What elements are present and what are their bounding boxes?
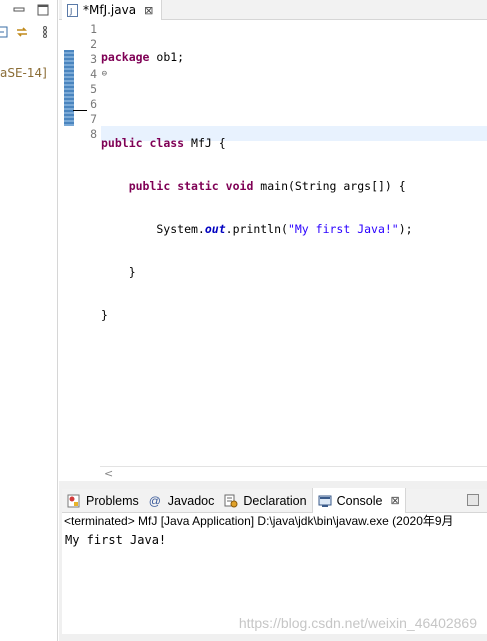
code-line: package ob1;	[101, 50, 185, 64]
code-line: }	[101, 265, 136, 279]
tab-label: Declaration	[243, 493, 307, 508]
tab-declaration[interactable]: Declaration	[219, 489, 311, 513]
change-marker	[64, 50, 74, 126]
package-explorer: aSE-14]	[0, 0, 58, 641]
line-number: 6	[73, 97, 97, 112]
svg-text:J: J	[69, 7, 72, 16]
line-number-ruler: 1 2 3 4 ⊖ 5 6 7 8	[73, 22, 107, 142]
tab-console[interactable]: Console ⊠	[311, 488, 406, 513]
code-line: System.out.println("My first Java!");	[101, 222, 413, 236]
line-number: 8	[90, 127, 97, 141]
jre-library-label[interactable]: aSE-14]	[0, 66, 47, 80]
tab-label: Console	[336, 493, 383, 508]
package-explorer-actions	[0, 22, 58, 42]
problems-icon	[67, 494, 80, 507]
tab-label: Javadoc	[167, 493, 215, 508]
code-text[interactable]: package ob1; public class MfJ { public s…	[101, 22, 487, 380]
horizontal-scrollbar[interactable]: <	[100, 466, 487, 481]
console-tab-bar: Problems @ Javadoc Declaration Console ⊠	[62, 488, 487, 513]
declaration-icon	[224, 494, 238, 507]
line-number: 3	[90, 52, 97, 66]
view-menu-icon[interactable]	[38, 25, 52, 39]
maximize-icon[interactable]	[36, 3, 50, 17]
tab-label: Problems	[86, 493, 139, 508]
link-with-editor-icon[interactable]	[15, 25, 29, 39]
watermark: https://blog.csdn.net/weixin_46402869	[238, 615, 477, 631]
console-icon	[318, 495, 332, 507]
java-file-icon: J	[67, 3, 78, 17]
code-line: public static void main(String args[]) {	[128, 179, 406, 193]
line-number: 2	[90, 37, 97, 51]
line-number: 4 ⊖	[90, 67, 107, 81]
minimize-icon[interactable]	[12, 3, 26, 17]
scroll-left-icon[interactable]: <	[104, 467, 113, 480]
code-line: public class MfJ {	[101, 136, 226, 150]
package-explorer-toolbar	[0, 0, 58, 20]
tab-javadoc[interactable]: @ Javadoc	[144, 489, 220, 513]
editor-tab-title: *MfJ.java	[83, 3, 137, 17]
close-icon[interactable]: ⊠	[144, 4, 153, 17]
console-output: My first Java!	[65, 533, 167, 547]
editor-tab[interactable]: J *MfJ.java ⊠	[62, 0, 162, 20]
line-number: 5	[90, 82, 97, 96]
tab-problems[interactable]: Problems	[62, 489, 144, 513]
minimize-view-icon[interactable]	[467, 494, 479, 506]
line-number: 1	[90, 22, 97, 36]
javadoc-icon: @	[148, 493, 161, 508]
close-icon[interactable]: ⊠	[390, 494, 399, 507]
console-status: <terminated> MfJ [Java Application] D:\j…	[64, 514, 454, 528]
collapse-all-icon[interactable]	[0, 25, 10, 39]
code-line: }	[101, 308, 108, 322]
line-number: 7	[90, 112, 97, 126]
